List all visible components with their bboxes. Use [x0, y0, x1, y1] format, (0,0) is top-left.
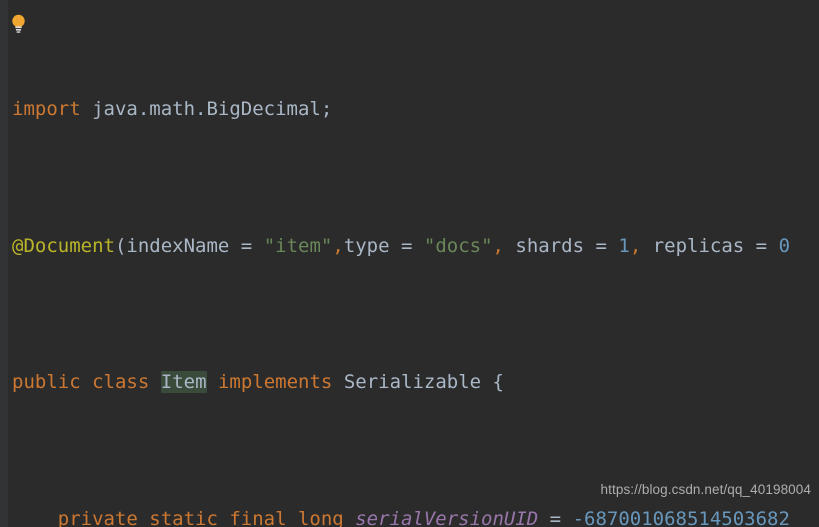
token-paren-open: ( — [114, 234, 127, 257]
token-equals-2: = — [389, 234, 424, 257]
token-keyword-implements: implements — [217, 371, 333, 394]
token-keyword-import: import — [12, 98, 81, 121]
token-keyword-class: class — [92, 371, 150, 394]
token-annotation-document: @Document — [12, 234, 115, 257]
code-editor[interactable]: import java.math.BigDecimal; @Document(i… — [0, 0, 819, 527]
csdn-watermark: https://blog.csdn.net/qq_40198004 — [600, 482, 811, 497]
token-equals-4: = — [744, 234, 779, 257]
code-line-serialversionuid[interactable]: private static final long serialVersionU… — [0, 506, 819, 527]
code-content[interactable]: import java.math.BigDecimal; @Document(i… — [0, 0, 819, 527]
token-interface-serializable: Serializable — [343, 371, 482, 394]
code-line-document-annotation[interactable]: @Document(indexName = "item",type = "doc… — [0, 233, 819, 260]
token-keyword-private-static-final-long: private static final long — [57, 507, 344, 527]
token-arg-shards: shards — [503, 234, 585, 257]
token-string-item: "item" — [263, 234, 333, 257]
token-arg-type: type — [343, 234, 390, 257]
token-class-name-item: Item — [160, 371, 207, 394]
token-arg-indexname: indexName — [126, 234, 230, 257]
token-number-shards: 1 — [618, 234, 630, 257]
token-arg-replicas: replicas — [641, 234, 745, 257]
token-equals-1: = — [229, 234, 264, 257]
token-brace-open: { — [492, 371, 504, 394]
code-line-class-declaration[interactable]: public class Item implements Serializabl… — [0, 369, 819, 396]
token-number-serialversionuid: -687001068514503682 — [572, 507, 790, 527]
token-field-serialversionuid: serialVersionUID — [355, 507, 539, 527]
token-comma-2: , — [492, 234, 504, 257]
token-comma-1: , — [332, 234, 344, 257]
token-import-package: java.math.BigDecimal; — [80, 98, 333, 121]
token-comma-3: , — [629, 234, 642, 257]
token-string-docs: "docs" — [423, 234, 493, 257]
code-line-import[interactable]: import java.math.BigDecimal; — [0, 96, 819, 123]
token-number-replicas: 0 — [778, 234, 791, 257]
token-keyword-public: public — [12, 371, 81, 394]
token-equals-serial: = — [538, 507, 573, 527]
token-equals-3: = — [584, 234, 619, 257]
